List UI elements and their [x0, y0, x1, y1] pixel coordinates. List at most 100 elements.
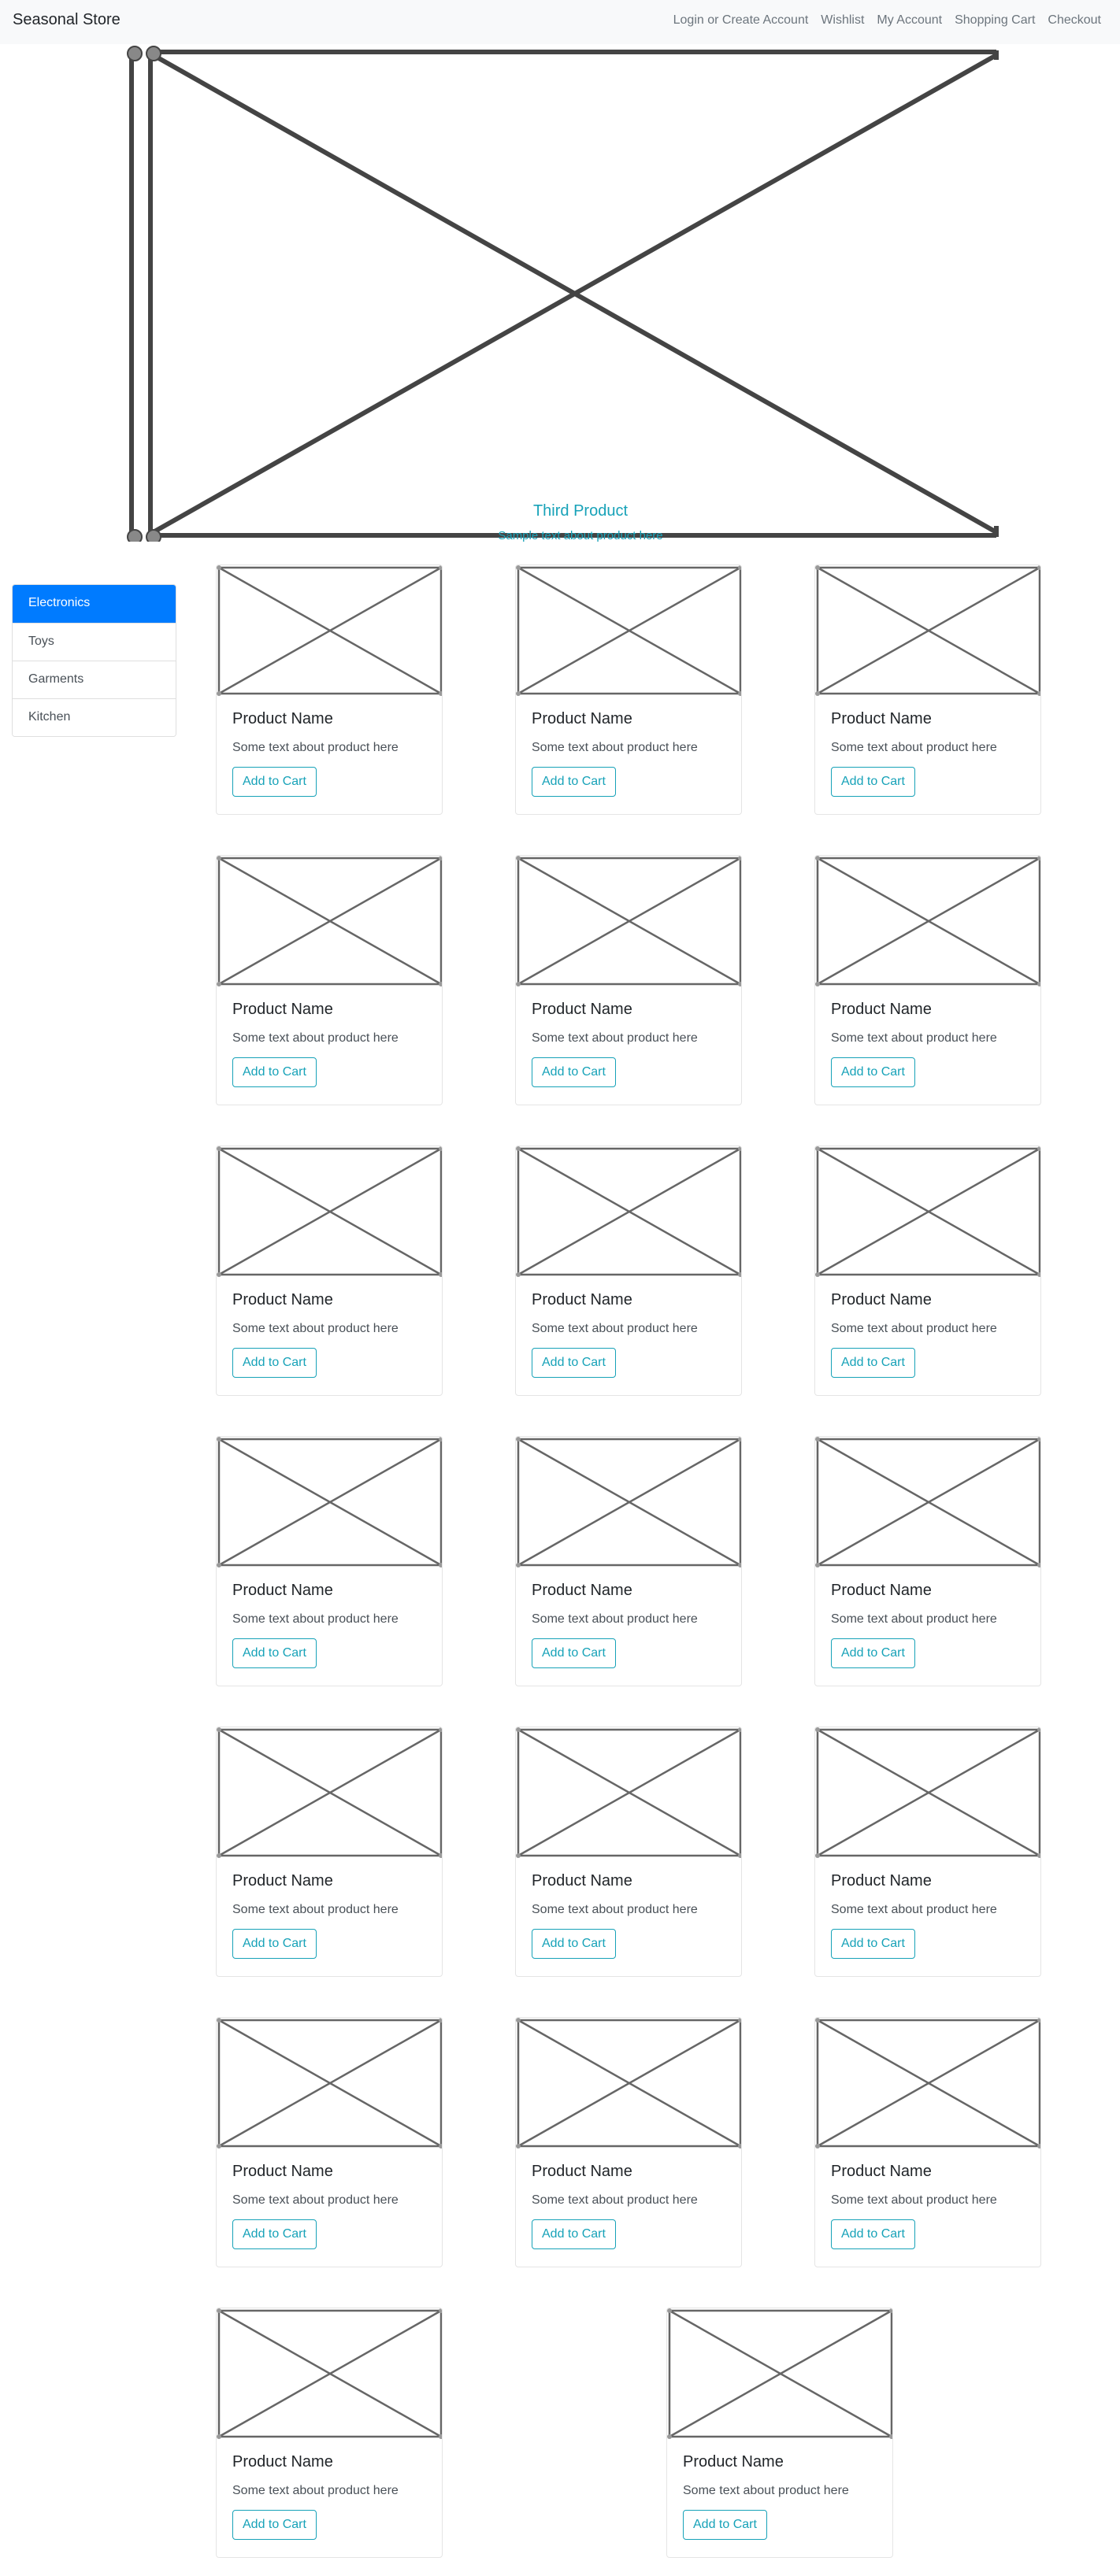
product-title: Product Name [532, 1872, 632, 1889]
product-description: Some text about product here [232, 1322, 399, 1335]
product-description: Some text about product here [232, 2193, 399, 2207]
add-to-cart-button[interactable]: Add to Cart [232, 1929, 317, 1959]
product-image-placeholder [815, 1437, 1040, 1567]
product-description: Some text about product here [683, 2484, 849, 2497]
product-image-placeholder [815, 565, 1040, 696]
product-title: Product Name [831, 1582, 932, 1599]
product-title: Product Name [232, 1582, 333, 1599]
add-to-cart-button[interactable]: Add to Cart [532, 1348, 616, 1378]
product-image-placeholder [217, 2308, 442, 2439]
product-title: Product Name [532, 1001, 632, 1018]
product-card: Product Name Some text about product here… [216, 1436, 443, 1686]
nav-my-account[interactable]: My Account [870, 13, 948, 28]
add-to-cart-button[interactable]: Add to Cart [232, 1057, 317, 1087]
product-card: Product Name Some text about product here… [515, 564, 742, 815]
product-image-placeholder [217, 1437, 442, 1567]
add-to-cart-button[interactable]: Add to Cart [232, 1638, 317, 1668]
nav-checkout[interactable]: Checkout [1041, 13, 1107, 28]
product-description: Some text about product here [831, 1903, 997, 1916]
add-to-cart-button[interactable]: Add to Cart [831, 1348, 915, 1378]
product-description: Some text about product here [831, 1031, 997, 1045]
add-to-cart-button[interactable]: Add to Cart [532, 2219, 616, 2249]
product-title: Product Name [831, 1291, 932, 1308]
product-card: Product Name Some text about product here… [814, 1146, 1041, 1396]
product-title: Product Name [232, 710, 333, 727]
nav-shopping-cart[interactable]: Shopping Cart [948, 13, 1041, 28]
nav-login[interactable]: Login or Create Account [667, 13, 815, 28]
product-card: Product Name Some text about product here… [515, 855, 742, 1105]
category-kitchen[interactable]: Kitchen [13, 698, 176, 736]
product-image-placeholder [217, 1146, 442, 1277]
nav-wishlist[interactable]: Wishlist [814, 13, 870, 28]
product-title: Product Name [831, 710, 932, 727]
carousel-image-placeholder [127, 46, 999, 542]
hero-carousel[interactable]: Third Product Sample text about product … [120, 44, 1000, 542]
category-list: Electronics Toys Garments Kitchen [12, 584, 176, 737]
carousel-caption-text: Sample text about product here [498, 529, 663, 542]
product-description: Some text about product here [831, 2193, 997, 2207]
product-title: Product Name [532, 1291, 632, 1308]
product-description: Some text about product here [532, 2193, 698, 2207]
product-title: Product Name [532, 2163, 632, 2180]
product-title: Product Name [831, 1872, 932, 1889]
product-title: Product Name [232, 2163, 333, 2180]
add-to-cart-button[interactable]: Add to Cart [532, 767, 616, 797]
add-to-cart-button[interactable]: Add to Cart [831, 2219, 915, 2249]
product-card: Product Name Some text about product here… [216, 564, 443, 815]
product-card: Product Name Some text about product here… [216, 2308, 443, 2558]
category-electronics[interactable]: Electronics [13, 585, 176, 623]
product-image-placeholder [815, 1727, 1040, 1858]
add-to-cart-button[interactable]: Add to Cart [831, 1929, 915, 1959]
product-description: Some text about product here [831, 741, 997, 754]
add-to-cart-button[interactable]: Add to Cart [532, 1929, 616, 1959]
category-toys[interactable]: Toys [13, 623, 176, 661]
product-description: Some text about product here [232, 1612, 399, 1626]
product-title: Product Name [232, 2453, 333, 2471]
add-to-cart-button[interactable]: Add to Cart [232, 767, 317, 797]
product-card: Product Name Some text about product here… [216, 1727, 443, 1977]
product-title: Product Name [232, 1001, 333, 1018]
product-description: Some text about product here [232, 1903, 399, 1916]
product-title: Product Name [831, 1001, 932, 1018]
product-description: Some text about product here [232, 741, 399, 754]
add-to-cart-button[interactable]: Add to Cart [831, 1638, 915, 1668]
add-to-cart-button[interactable]: Add to Cart [232, 2219, 317, 2249]
add-to-cart-button[interactable]: Add to Cart [232, 1348, 317, 1378]
nav-links: Login or Create Account Wishlist My Acco… [667, 13, 1107, 28]
product-image-placeholder [815, 1146, 1040, 1277]
product-description: Some text about product here [831, 1612, 997, 1626]
product-title: Product Name [232, 1872, 333, 1889]
category-garments[interactable]: Garments [13, 661, 176, 698]
product-image-placeholder [217, 2018, 442, 2149]
product-description: Some text about product here [532, 1612, 698, 1626]
product-title: Product Name [831, 2163, 932, 2180]
brand-link[interactable]: Seasonal Store [13, 11, 121, 29]
product-description: Some text about product here [532, 1903, 698, 1916]
product-description: Some text about product here [532, 741, 698, 754]
product-image-placeholder [667, 2308, 892, 2439]
product-card: Product Name Some text about product here… [814, 1727, 1041, 1977]
product-card: Product Name Some text about product here… [814, 564, 1041, 815]
product-card: Product Name Some text about product here… [515, 1146, 742, 1396]
product-description: Some text about product here [532, 1322, 698, 1335]
product-image-placeholder [516, 1727, 741, 1858]
navbar: Seasonal Store Login or Create Account W… [0, 0, 1120, 44]
product-card: Product Name Some text about product here… [666, 2308, 893, 2558]
add-to-cart-button[interactable]: Add to Cart [532, 1057, 616, 1087]
product-card: Product Name Some text about product here… [814, 2017, 1041, 2267]
add-to-cart-button[interactable]: Add to Cart [232, 2510, 317, 2540]
add-to-cart-button[interactable]: Add to Cart [831, 767, 915, 797]
product-image-placeholder [217, 1727, 442, 1858]
add-to-cart-button[interactable]: Add to Cart [683, 2510, 767, 2540]
product-card: Product Name Some text about product here… [515, 1436, 742, 1686]
product-image-placeholder [217, 565, 442, 696]
add-to-cart-button[interactable]: Add to Cart [532, 1638, 616, 1668]
product-image-placeholder [516, 856, 741, 986]
product-image-placeholder [516, 565, 741, 696]
add-to-cart-button[interactable]: Add to Cart [831, 1057, 915, 1087]
product-card: Product Name Some text about product here… [515, 1727, 742, 1977]
product-title: Product Name [532, 710, 632, 727]
product-image-placeholder [217, 856, 442, 986]
carousel-caption-title: Third Product [532, 502, 629, 520]
product-description: Some text about product here [232, 1031, 399, 1045]
